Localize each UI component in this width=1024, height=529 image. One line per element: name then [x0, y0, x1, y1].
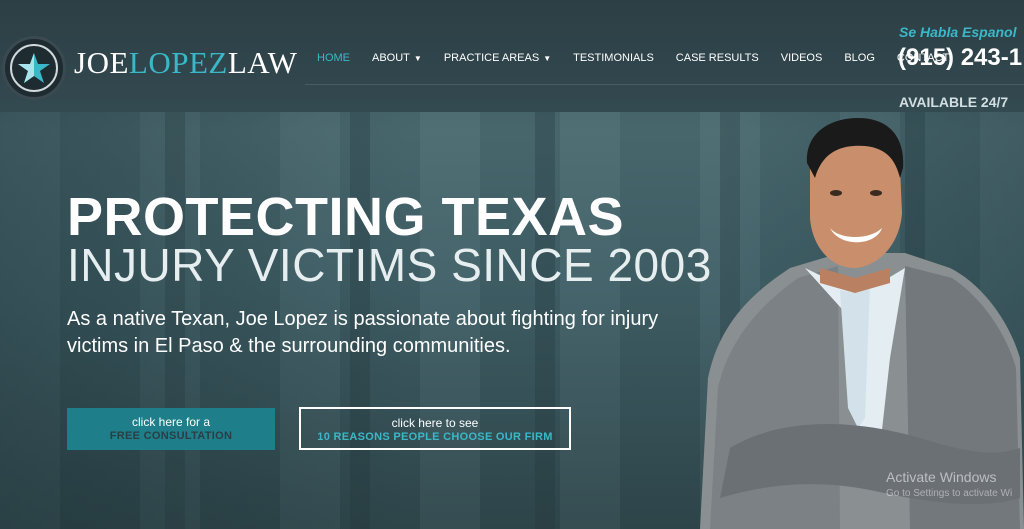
nav-practice-areas[interactable]: PRACTICE AREAS ▼	[444, 52, 551, 64]
phone-number[interactable]: (915) 243-1	[898, 44, 1022, 72]
nav-home[interactable]: HOME	[317, 52, 350, 64]
nav-label: CASE RESULTS	[675, 52, 759, 64]
button-line2: 10 REASONS PEOPLE CHOOSE OUR FIRM	[317, 431, 553, 443]
logo-ring	[10, 44, 58, 92]
hero-subheadline: INJURY VICTIMS SINCE 2003	[67, 239, 712, 291]
caret-down-icon: ▼	[543, 54, 552, 63]
logo-part-joe: JOE	[74, 45, 129, 80]
nav-label: ABOUT	[372, 52, 410, 64]
nav-label: PRACTICE AREAS	[443, 52, 540, 64]
availability-text: AVAILABLE 24/7	[899, 94, 1009, 110]
nav-label: TESTIMONIALS	[573, 52, 654, 64]
nav-label: VIDEOS	[780, 52, 823, 64]
nav-label: BLOG	[844, 52, 875, 64]
hero-intro: As a native Texan, Joe Lopez is passiona…	[67, 308, 659, 357]
activate-windows-subtitle: Go to Settings to activate Wi	[886, 488, 1013, 499]
star-icon	[18, 53, 50, 83]
logo-wordmark[interactable]: JOELOPEZLAW	[74, 45, 297, 81]
site-header: JOELOPEZLAW HOME ABOUT ▼ PRACTICE AREAS ▼ …	[0, 0, 1024, 112]
reasons-button[interactable]: click here to see 10 REASONS PEOPLE CHOO…	[299, 407, 571, 450]
logo-badge[interactable]	[2, 36, 66, 100]
nav-testimonials[interactable]: TESTIMONIALS	[573, 52, 654, 64]
logo-part-lopez: LOPEZ	[128, 45, 228, 80]
nav-label: HOME	[317, 52, 350, 64]
nav-videos[interactable]: VIDEOS	[781, 52, 823, 64]
button-line1: click here to see	[391, 416, 479, 430]
nav-about[interactable]: ABOUT ▼	[372, 52, 422, 64]
nav-case-results[interactable]: CASE RESULTS	[676, 52, 759, 64]
logo-part-law: LAW	[227, 45, 298, 80]
spanish-tagline: Se Habla Espanol	[899, 24, 1017, 40]
button-line2: FREE CONSULTATION	[109, 430, 233, 442]
button-line1: click here for a	[131, 415, 211, 429]
main-nav: HOME ABOUT ▼ PRACTICE AREAS ▼ TESTIMONIALS…	[306, 52, 960, 64]
activate-windows-title: Activate Windows	[886, 469, 997, 485]
attorney-portrait	[700, 118, 1024, 529]
nav-divider	[305, 84, 1024, 85]
caret-down-icon: ▼	[413, 54, 422, 63]
nav-blog[interactable]: BLOG	[844, 52, 875, 64]
free-consultation-button[interactable]: click here for a FREE CONSULTATION	[67, 408, 275, 450]
